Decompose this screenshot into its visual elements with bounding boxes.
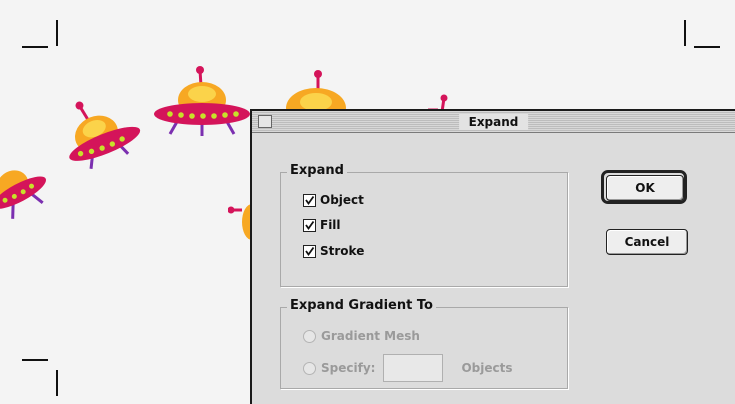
checkmark-icon bbox=[305, 220, 315, 230]
ufo-illustration-center[interactable] bbox=[152, 64, 252, 139]
specify-option[interactable]: Specify: Objects bbox=[303, 354, 513, 382]
gradient-mesh-radio[interactable] bbox=[303, 329, 316, 343]
gradient-mesh-label: Gradient Mesh bbox=[321, 329, 420, 343]
object-checkbox[interactable] bbox=[303, 193, 316, 207]
ok-button[interactable]: OK bbox=[606, 175, 684, 201]
stroke-checkbox[interactable] bbox=[303, 244, 316, 258]
expand-group: Expand Object Fill Stroke bbox=[280, 163, 568, 287]
ufo-illustration-tilted[interactable] bbox=[58, 92, 148, 177]
crop-mark-bottom-left-h bbox=[22, 359, 48, 361]
object-checkbox-label: Object bbox=[320, 193, 364, 207]
crop-mark-top-right bbox=[684, 20, 686, 46]
expand-gradient-group-label: Expand Gradient To bbox=[287, 298, 436, 313]
gradient-mesh-option[interactable]: Gradient Mesh bbox=[303, 329, 420, 343]
fill-option[interactable]: Fill bbox=[303, 218, 341, 232]
crop-mark-top-left bbox=[56, 20, 58, 46]
crop-mark-bottom-left bbox=[56, 370, 58, 396]
object-option[interactable]: Object bbox=[303, 193, 364, 207]
fill-checkbox[interactable] bbox=[303, 218, 316, 232]
expand-gradient-group: Expand Gradient To Gradient Mesh Specify… bbox=[280, 298, 568, 389]
ufo-illustration-left[interactable] bbox=[0, 150, 60, 220]
cancel-button[interactable]: Cancel bbox=[606, 229, 688, 255]
specify-radio[interactable] bbox=[303, 361, 316, 375]
crop-mark-top-right-h bbox=[694, 46, 720, 48]
ufo-fragment-left-of-dialog bbox=[228, 204, 252, 240]
expand-group-label: Expand bbox=[287, 163, 347, 178]
stroke-checkbox-label: Stroke bbox=[320, 244, 365, 258]
dialog-title-bar[interactable]: Expand bbox=[252, 111, 735, 133]
checkmark-icon bbox=[305, 246, 315, 256]
crop-mark-top-left-h bbox=[22, 46, 48, 48]
specify-objects-input[interactable] bbox=[383, 354, 444, 382]
checkmark-icon bbox=[305, 195, 315, 205]
fill-checkbox-label: Fill bbox=[320, 218, 341, 232]
specify-label: Specify: bbox=[321, 361, 376, 375]
dialog-title: Expand bbox=[458, 114, 529, 130]
ufo-illustration-behind-dialog[interactable] bbox=[258, 68, 348, 113]
close-box-icon[interactable] bbox=[258, 115, 272, 128]
expand-dialog: Expand Expand Object Fill Stroke Expand … bbox=[250, 109, 735, 404]
objects-label: Objects bbox=[461, 361, 513, 375]
stroke-option[interactable]: Stroke bbox=[303, 244, 364, 258]
